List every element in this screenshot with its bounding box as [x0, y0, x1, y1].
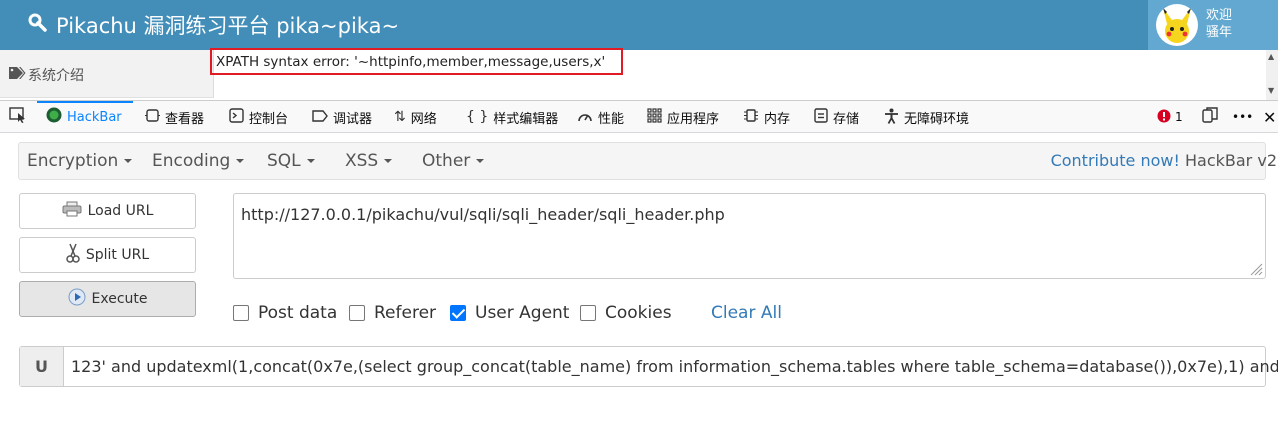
tab-style-editor[interactable]: { } 样式编辑器 [466, 101, 558, 133]
dock-toggle-button[interactable] [1202, 101, 1218, 133]
tab-network[interactable]: ⇅ 网络 [394, 101, 437, 133]
execute-button[interactable]: Execute [19, 281, 196, 317]
cursor-picker-icon [9, 107, 27, 127]
app-header: Pikachu 漏洞练习平台 pika~pika~ 欢迎 骚年 [0, 0, 1278, 50]
user-agent-option[interactable]: User Agent [450, 303, 569, 323]
post-data-checkbox[interactable] [233, 305, 249, 321]
clear-all-link[interactable]: Clear All [711, 303, 782, 323]
user-menu[interactable]: 欢迎 骚年 [1148, 0, 1278, 50]
network-arrows-icon: ⇅ [394, 109, 406, 125]
tab-hackbar[interactable]: HackBar [46, 101, 122, 133]
hackbar-menu: Encryption Encoding SQL XSS Other Contri… [18, 142, 1277, 180]
chip-icon [743, 108, 759, 126]
caret-down-icon [236, 159, 245, 163]
scroll-up-icon[interactable]: ▲ [1268, 52, 1274, 61]
contribute-link[interactable]: Contribute now! [1051, 151, 1180, 170]
referer-checkbox[interactable] [349, 305, 365, 321]
user-agent-checkbox[interactable] [450, 305, 466, 321]
close-icon: ✕ [1263, 107, 1277, 127]
grid-icon [647, 108, 662, 126]
accessibility-icon [884, 108, 899, 127]
page-scrollbar[interactable]: ▲ ▼ [1266, 50, 1278, 100]
avatar [1156, 4, 1198, 46]
cookies-option[interactable]: Cookies [580, 303, 672, 323]
cookies-checkbox[interactable] [580, 305, 596, 321]
url-text: http://127.0.0.1/pikachu/vul/sqli/sqli_h… [241, 205, 725, 224]
console-icon [229, 108, 244, 126]
url-input[interactable]: http://127.0.0.1/pikachu/vul/sqli/sqli_h… [233, 193, 1266, 279]
close-devtools-button[interactable]: ✕ [1263, 101, 1276, 133]
error-count-badge[interactable]: 1 [1157, 101, 1183, 133]
error-icon [1157, 109, 1171, 126]
storage-icon [814, 108, 828, 126]
element-picker-button[interactable] [9, 101, 27, 133]
split-url-button[interactable]: Split URL [19, 237, 196, 273]
tab-accessibility[interactable]: 无障碍环境 [884, 101, 969, 133]
referer-option[interactable]: Referer [349, 303, 436, 323]
tab-console[interactable]: 控制台 [229, 101, 288, 133]
debugger-icon [312, 109, 328, 126]
tab-debugger[interactable]: 调试器 [312, 101, 372, 133]
brand[interactable]: Pikachu 漏洞练习平台 pika~pika~ [28, 10, 399, 40]
dock-icon [1202, 107, 1218, 127]
menu-xss[interactable]: XSS [345, 151, 393, 171]
braces-icon: { } [466, 109, 489, 125]
tab-performance[interactable]: 性能 [577, 101, 624, 133]
more-icon: ••• [1232, 110, 1254, 124]
caret-down-icon [476, 159, 485, 163]
greeting: 欢迎 骚年 [1206, 8, 1233, 40]
post-data-option[interactable]: Post data [233, 303, 337, 323]
sidebar-item-intro[interactable]: 系统介绍 [8, 65, 84, 85]
resize-handle-icon[interactable] [1249, 262, 1263, 276]
user-agent-input[interactable]: 123' and updatexml(1,concat(0x7e,(select… [71, 357, 1278, 376]
app-title: Pikachu 漏洞练习平台 pika~pika~ [56, 14, 400, 38]
tab-application[interactable]: 应用程序 [647, 101, 719, 133]
user-agent-label: U [20, 347, 64, 386]
caret-down-icon [384, 159, 393, 163]
menu-sql[interactable]: SQL [267, 151, 315, 171]
inspector-icon [145, 108, 160, 126]
more-options-button[interactable]: ••• [1232, 101, 1253, 133]
error-message: XPATH syntax error: '~httpinfo,member,me… [216, 54, 606, 70]
scroll-down-icon[interactable]: ▼ [1268, 86, 1274, 95]
xpath-error-highlight: XPATH syntax error: '~httpinfo,member,me… [210, 48, 623, 75]
tag-icon [8, 66, 26, 84]
hackbar-version: HackBar v2 [1185, 151, 1277, 170]
devtools-toolbar: HackBar 查看器 控制台 调试器 ⇅ 网络 { } 样式编辑器 性能 应用… [0, 100, 1278, 133]
tab-memory[interactable]: 内存 [743, 101, 790, 133]
caret-down-icon [124, 159, 133, 163]
scissors-icon [66, 243, 80, 267]
play-icon [68, 288, 86, 310]
gauge-icon [577, 109, 593, 126]
menu-encryption[interactable]: Encryption [27, 151, 133, 171]
sidebar: 系统介绍 [0, 50, 214, 98]
hackbar-icon [46, 107, 62, 127]
load-url-button[interactable]: Load URL [19, 193, 196, 229]
wrench-icon [28, 13, 48, 38]
menu-other[interactable]: Other [422, 151, 485, 171]
printer-icon [62, 201, 82, 221]
contribute: Contribute now! HackBar v2 [1051, 151, 1277, 170]
caret-down-icon [306, 159, 315, 163]
user-agent-row: U 123' and updatexml(1,concat(0x7e,(sele… [19, 346, 1278, 387]
tab-inspector[interactable]: 查看器 [145, 101, 204, 133]
menu-encoding[interactable]: Encoding [152, 151, 245, 171]
tab-storage[interactable]: 存储 [814, 101, 859, 133]
